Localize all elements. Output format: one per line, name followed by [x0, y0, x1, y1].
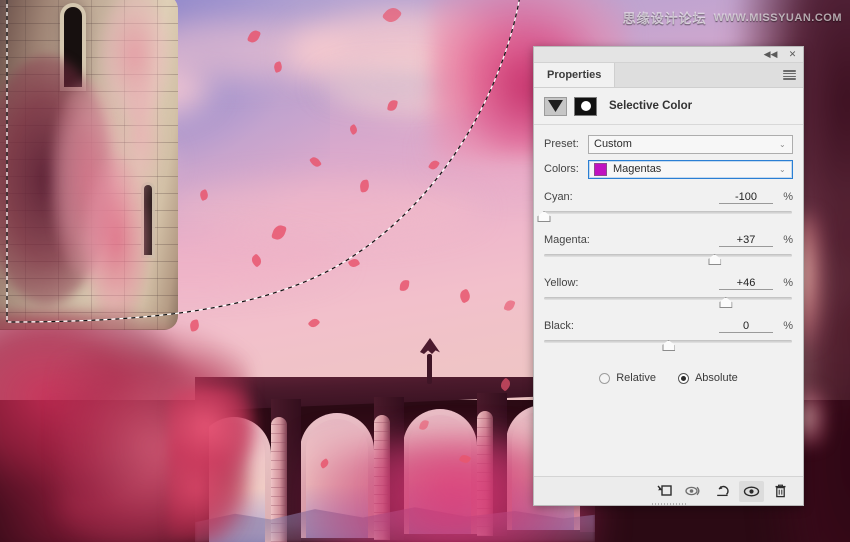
yellow-value[interactable]: +46 [719, 276, 773, 290]
radio-absolute-label: Absolute [694, 372, 738, 384]
ivy-vine [120, 70, 162, 200]
figure-with-umbrella [418, 338, 440, 384]
panel-menu-icon[interactable] [783, 69, 796, 81]
black-label: Black: [544, 319, 574, 332]
cyan-track[interactable] [537, 208, 793, 222]
blossom-tree [168, 388, 278, 542]
toggle-visibility-icon[interactable] [739, 480, 764, 502]
cyan-value[interactable]: -100 [719, 190, 773, 204]
magenta-track[interactable] [544, 251, 793, 265]
radio-relative-dot [599, 372, 611, 384]
tab-properties[interactable]: Properties [534, 63, 616, 87]
slider-yellow: Yellow: +46 % [544, 274, 793, 308]
radio-relative-label: Relative [616, 372, 656, 384]
properties-panel[interactable]: ◀◀ ✕ Properties Selective Color Preset: … [533, 46, 804, 506]
colors-value: Magentas [613, 163, 662, 175]
close-icon[interactable]: ✕ [787, 49, 798, 60]
adjustment-header: Selective Color [534, 88, 803, 125]
magenta-label: Magenta: [544, 233, 590, 246]
radio-relative[interactable]: Relative [599, 372, 656, 384]
panel-tabstrip: Properties [534, 63, 803, 88]
panel-resize-grip[interactable] [651, 503, 686, 506]
collapse-icon[interactable]: ◀◀ [764, 49, 778, 60]
chevron-down-icon: ⌄ [779, 140, 786, 149]
radio-absolute[interactable]: Absolute [677, 372, 738, 384]
cyan-label: Cyan: [544, 190, 573, 203]
reset-icon[interactable] [710, 481, 735, 502]
preset-row: Preset: Custom ⌄ [544, 134, 793, 154]
cyan-unit: % [783, 190, 793, 203]
panel-body: Preset: Custom ⌄ Colors: Magentas ⌄ Cyan… [534, 125, 803, 476]
figure-body [427, 354, 432, 384]
layer-mask-thumbnail[interactable] [574, 96, 597, 116]
color-swatch [594, 162, 607, 176]
chevron-down-icon: ⌄ [779, 165, 786, 174]
preset-select[interactable]: Custom ⌄ [588, 134, 793, 154]
colors-label: Colors: [544, 163, 579, 175]
magenta-unit: % [783, 233, 793, 246]
slider-black: Black: 0 % [544, 317, 793, 351]
black-track[interactable] [544, 337, 793, 351]
preset-label: Preset: [544, 138, 579, 150]
adjustment-title: Selective Color [609, 100, 693, 112]
colors-select[interactable]: Magentas ⌄ [588, 159, 793, 179]
yellow-label: Yellow: [544, 276, 579, 289]
selective-color-adjustment-icon[interactable] [544, 96, 567, 116]
yellow-unit: % [783, 276, 793, 289]
magenta-value[interactable]: +37 [719, 233, 773, 247]
delete-icon[interactable] [768, 481, 793, 502]
method-radio-group: Relative Absolute [544, 372, 793, 384]
panel-titlebar: ◀◀ ✕ [534, 47, 803, 63]
foreground-blur [380, 430, 540, 540]
yellow-track[interactable] [544, 294, 793, 308]
black-value[interactable]: 0 [719, 319, 773, 333]
black-unit: % [783, 319, 793, 332]
panel-footer [534, 476, 803, 505]
stone-tower [0, 0, 178, 330]
slider-cyan: Cyan: -100 % [537, 188, 793, 222]
view-previous-icon[interactable] [681, 481, 706, 502]
slider-magenta: Magenta: +37 % [544, 231, 793, 265]
colors-row: Colors: Magentas ⌄ [544, 159, 793, 179]
radio-absolute-dot [677, 372, 689, 384]
clip-to-layer-icon[interactable] [652, 481, 677, 502]
preset-value: Custom [594, 138, 632, 150]
